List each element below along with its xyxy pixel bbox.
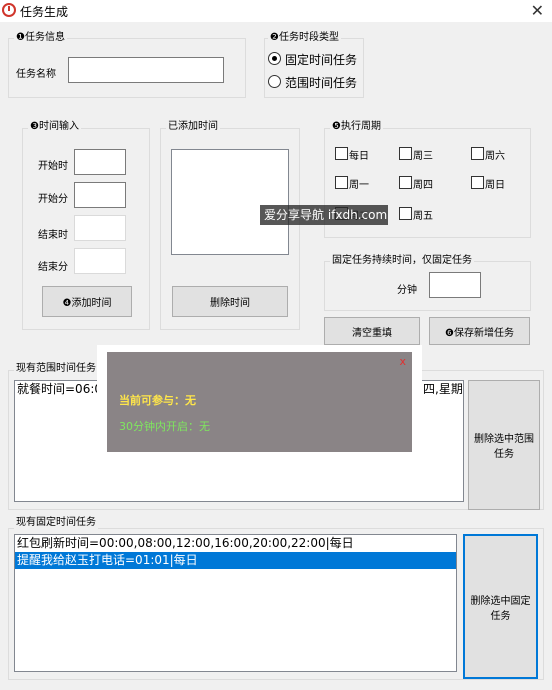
add-time-button[interactable]: ❹添加时间 xyxy=(42,286,132,317)
duration-minutes-input[interactable] xyxy=(429,272,481,298)
range-time-radio[interactable] xyxy=(268,75,281,88)
watermark-overlay: 爱分享导航 ifxdh.com xyxy=(260,205,388,225)
delete-time-button[interactable]: 删除时间 xyxy=(172,286,288,317)
end-hour-label: 结束时 xyxy=(38,230,68,241)
day-saturday-label[interactable]: 周六 xyxy=(485,147,505,162)
day-everyday-checkbox[interactable] xyxy=(335,147,348,160)
day-wednesday-checkbox[interactable] xyxy=(399,147,412,160)
list-item[interactable]: 红包刷新时间=00:00,08:00,12:00,16:00,20:00,22:… xyxy=(15,535,456,552)
window-title: 任务生成 xyxy=(20,5,69,19)
save-new-task-button[interactable]: ❻保存新增任务 xyxy=(429,317,530,345)
day-wednesday-label[interactable]: 周三 xyxy=(413,147,433,162)
notification-panel: x 当前可参与：无 30分钟内开启：无 xyxy=(107,352,412,452)
fixed-time-radio-label[interactable]: 固定时间任务 xyxy=(285,51,357,68)
delete-selected-fixed-button[interactable]: 删除选中固定任务 xyxy=(463,534,538,679)
task-name-label: 任务名称 xyxy=(16,69,56,80)
day-sunday-label[interactable]: 周日 xyxy=(485,176,505,191)
fixed-duration-group xyxy=(324,261,531,311)
clear-reset-button[interactable]: 清空重填 xyxy=(324,317,420,345)
notification-popup: x 当前可参与：无 30分钟内开启：无 xyxy=(97,345,422,460)
day-friday-checkbox[interactable] xyxy=(399,207,412,220)
start-hour-input[interactable] xyxy=(74,149,126,175)
exec-cycle-group-label: ❺执行周期 xyxy=(330,121,383,133)
end-minute-input[interactable] xyxy=(74,248,126,274)
end-minute-label: 结束分 xyxy=(38,262,68,273)
day-everyday-label[interactable]: 每日 xyxy=(349,147,369,162)
task-info-group-label: ❶任务信息 xyxy=(14,32,67,44)
task-generator-window: 任务生成 ✕ ❶任务信息 任务名称 ❷任务时段类型 固定时间任务 范围时间任务 … xyxy=(0,0,552,690)
title-bar: 任务生成 ✕ xyxy=(0,0,552,22)
day-saturday-checkbox[interactable] xyxy=(471,147,484,160)
day-monday-checkbox[interactable] xyxy=(335,176,348,189)
fixed-time-radio[interactable] xyxy=(268,52,281,65)
list-item-selected[interactable]: 提醒我给赵玉打电话=01:01|每日 xyxy=(15,552,456,569)
fixed-duration-group-label: 固定任务持续时间，仅固定任务 xyxy=(330,255,474,267)
day-thursday-checkbox[interactable] xyxy=(399,176,412,189)
start-hour-label: 开始时 xyxy=(38,161,68,172)
added-times-list[interactable] xyxy=(171,149,289,255)
start-minute-label: 开始分 xyxy=(38,194,68,205)
opening-soon-text: 30分钟内开启：无 xyxy=(119,420,210,433)
clock-icon xyxy=(2,3,16,17)
period-type-group-label: ❷任务时段类型 xyxy=(268,32,341,44)
delete-selected-range-button[interactable]: 删除选中范围任务 xyxy=(468,380,540,510)
start-minute-input[interactable] xyxy=(74,182,126,208)
close-button[interactable]: ✕ xyxy=(531,1,544,20)
fixed-tasks-list[interactable]: 红包刷新时间=00:00,08:00,12:00,16:00,20:00,22:… xyxy=(14,534,457,672)
day-sunday-checkbox[interactable] xyxy=(471,176,484,189)
range-tasks-group-label: 现有范围时间任务 xyxy=(14,363,98,375)
range-task-text: 就餐时间=06:0 xyxy=(17,382,103,396)
end-hour-input[interactable] xyxy=(74,215,126,241)
range-task-tail: 四,星期 xyxy=(423,382,463,396)
minutes-label: 分钟 xyxy=(397,285,417,296)
day-monday-label[interactable]: 周一 xyxy=(349,176,369,191)
day-friday-label[interactable]: 周五 xyxy=(413,207,433,222)
fixed-tasks-group-label: 现有固定时间任务 xyxy=(14,517,98,529)
current-available-text: 当前可参与：无 xyxy=(119,394,196,407)
day-thursday-label[interactable]: 周四 xyxy=(413,176,433,191)
time-input-group-label: ❸时间输入 xyxy=(28,121,81,133)
added-times-group-label: 已添加时间 xyxy=(166,121,220,133)
popup-close-button[interactable]: x xyxy=(399,355,406,368)
range-time-radio-label[interactable]: 范围时间任务 xyxy=(285,74,357,91)
task-name-input[interactable] xyxy=(68,57,224,83)
